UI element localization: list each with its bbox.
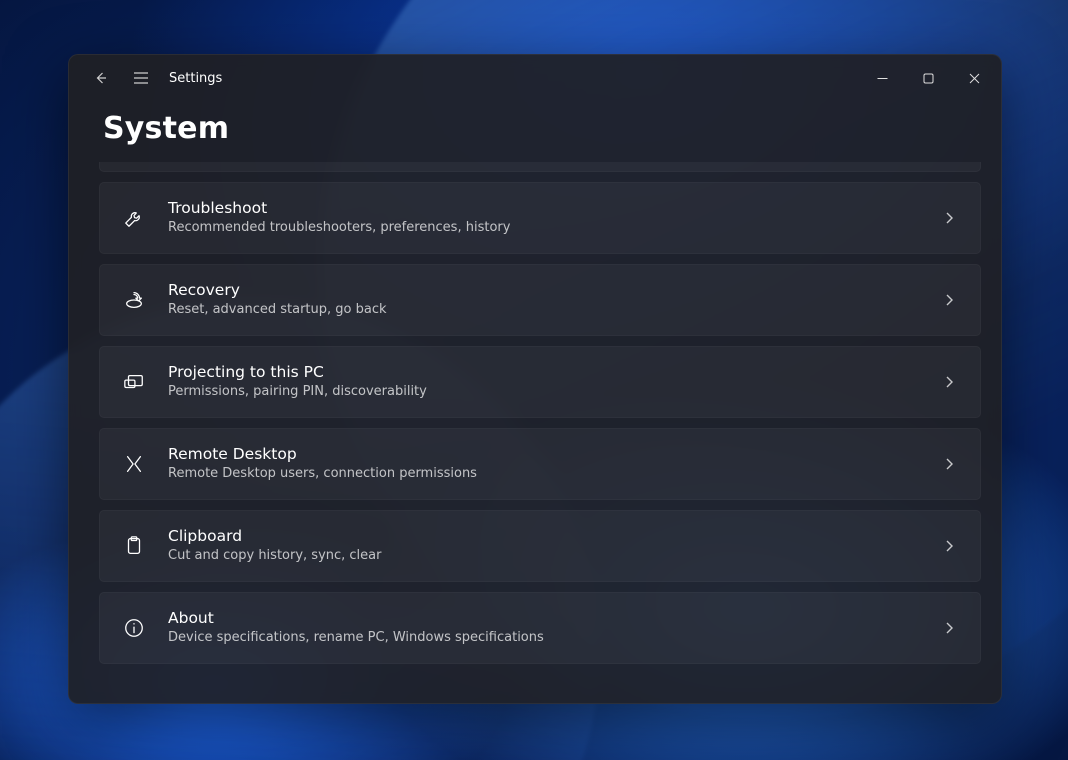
settings-list: Troubleshoot Recommended troubleshooters…: [69, 162, 1001, 703]
item-text: About Device specifications, rename PC, …: [168, 609, 942, 646]
item-text: Troubleshoot Recommended troubleshooters…: [168, 199, 942, 236]
item-subtitle: Recommended troubleshooters, preferences…: [168, 220, 942, 237]
item-projecting[interactable]: Projecting to this PC Permissions, pairi…: [99, 346, 981, 418]
page-title: System: [103, 111, 967, 146]
item-subtitle: Reset, advanced startup, go back: [168, 302, 942, 319]
nav-menu-button[interactable]: [121, 58, 161, 98]
back-button[interactable]: [81, 58, 121, 98]
item-title: Clipboard: [168, 527, 942, 546]
maximize-icon: [923, 73, 934, 84]
chevron-right-icon: [942, 211, 956, 225]
item-title: Troubleshoot: [168, 199, 942, 218]
item-text: Recovery Reset, advanced startup, go bac…: [168, 281, 942, 318]
recovery-icon: [120, 286, 148, 314]
minimize-button[interactable]: [859, 62, 905, 94]
item-subtitle: Cut and copy history, sync, clear: [168, 548, 942, 565]
close-button[interactable]: [951, 62, 997, 94]
hamburger-icon: [133, 71, 149, 85]
maximize-button[interactable]: [905, 62, 951, 94]
minimize-icon: [877, 73, 888, 84]
chevron-right-icon: [942, 293, 956, 307]
page-header: System: [69, 101, 1001, 162]
project-icon: [120, 368, 148, 396]
clipboard-icon: [120, 532, 148, 560]
item-clipboard[interactable]: Clipboard Cut and copy history, sync, cl…: [99, 510, 981, 582]
chevron-right-icon: [942, 539, 956, 553]
wrench-icon: [120, 204, 148, 232]
list-item-partial[interactable]: [99, 162, 981, 172]
item-about[interactable]: About Device specifications, rename PC, …: [99, 592, 981, 664]
settings-window: Settings System: [68, 54, 1002, 704]
item-text: Projecting to this PC Permissions, pairi…: [168, 363, 942, 400]
chevron-right-icon: [942, 375, 956, 389]
app-title: Settings: [169, 71, 222, 86]
item-title: About: [168, 609, 942, 628]
item-title: Recovery: [168, 281, 942, 300]
item-subtitle: Remote Desktop users, connection permiss…: [168, 466, 942, 483]
item-text: Clipboard Cut and copy history, sync, cl…: [168, 527, 942, 564]
close-icon: [969, 73, 980, 84]
chevron-right-icon: [942, 621, 956, 635]
item-title: Projecting to this PC: [168, 363, 942, 382]
item-subtitle: Permissions, pairing PIN, discoverabilit…: [168, 384, 942, 401]
back-arrow-icon: [93, 70, 109, 86]
chevron-right-icon: [942, 457, 956, 471]
item-remote-desktop[interactable]: Remote Desktop Remote Desktop users, con…: [99, 428, 981, 500]
info-icon: [120, 614, 148, 642]
item-troubleshoot[interactable]: Troubleshoot Recommended troubleshooters…: [99, 182, 981, 254]
item-text: Remote Desktop Remote Desktop users, con…: [168, 445, 942, 482]
item-title: Remote Desktop: [168, 445, 942, 464]
item-subtitle: Device specifications, rename PC, Window…: [168, 630, 942, 647]
titlebar: Settings: [69, 55, 1001, 101]
item-recovery[interactable]: Recovery Reset, advanced startup, go bac…: [99, 264, 981, 336]
remote-desktop-icon: [120, 450, 148, 478]
